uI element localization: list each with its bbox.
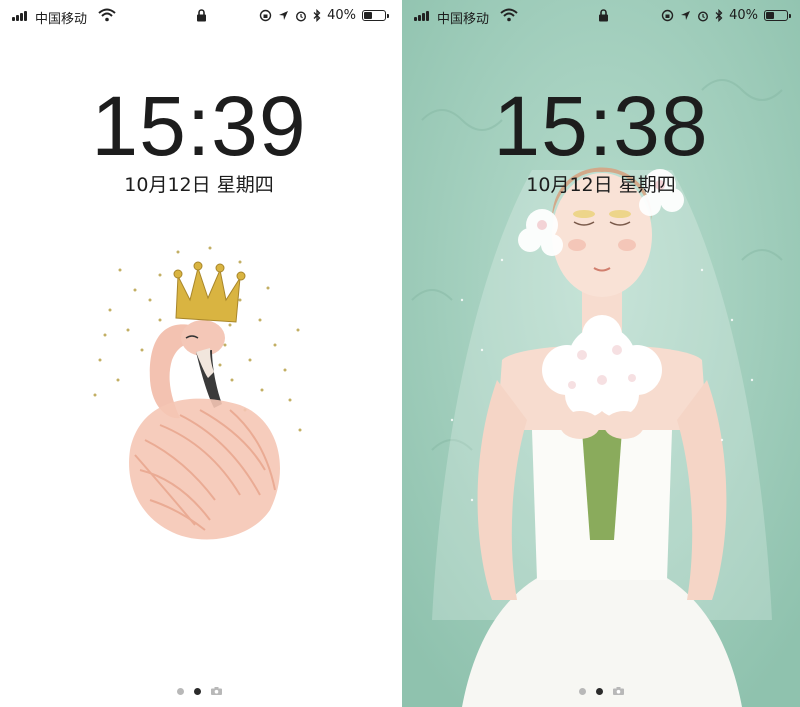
battery-percent: 40% xyxy=(327,8,356,23)
status-bar: 中国移动 40% xyxy=(0,6,398,27)
page-dot-active[interactable] xyxy=(595,687,603,695)
page-indicator[interactable] xyxy=(0,687,398,695)
page-indicator[interactable] xyxy=(402,687,800,695)
battery-icon xyxy=(764,10,791,21)
battery-icon xyxy=(362,10,389,21)
carrier-name: 中国移动 xyxy=(437,12,490,27)
lock-time: 15:39 xyxy=(91,79,307,173)
wifi-icon xyxy=(98,8,116,22)
lock-date: 10月12日 星期四 xyxy=(124,174,274,196)
lock-date: 10月12日 星期四 xyxy=(526,174,676,196)
status-bar: 中国移动 40% xyxy=(402,6,800,27)
camera-icon[interactable] xyxy=(612,687,624,695)
lock-screen-left: 中国移动 40% 15:39 10月12日 星期四 xyxy=(0,0,398,707)
battery-percent: 40% xyxy=(729,8,758,23)
carrier-name: 中国移动 xyxy=(35,12,88,27)
wifi-icon xyxy=(500,8,518,22)
page-dot[interactable] xyxy=(176,687,184,695)
alarm-icon xyxy=(296,10,307,22)
lock-screen-right: 中国移动 40% 15:38 10月12日 星期四 xyxy=(402,0,800,707)
signal-icon xyxy=(12,11,30,21)
lock-icon xyxy=(599,9,608,22)
bluetooth-icon xyxy=(313,9,321,22)
location-icon xyxy=(681,11,691,20)
bluetooth-icon xyxy=(715,9,723,22)
orientation-lock-icon xyxy=(259,9,272,22)
alarm-icon xyxy=(698,10,709,22)
camera-icon[interactable] xyxy=(210,687,222,695)
page-dot[interactable] xyxy=(578,687,586,695)
signal-icon xyxy=(414,11,432,21)
lock-time: 15:38 xyxy=(493,79,709,173)
location-icon xyxy=(279,11,289,20)
orientation-lock-icon xyxy=(661,9,674,22)
lock-icon xyxy=(197,9,206,22)
page-dot-active[interactable] xyxy=(193,687,201,695)
